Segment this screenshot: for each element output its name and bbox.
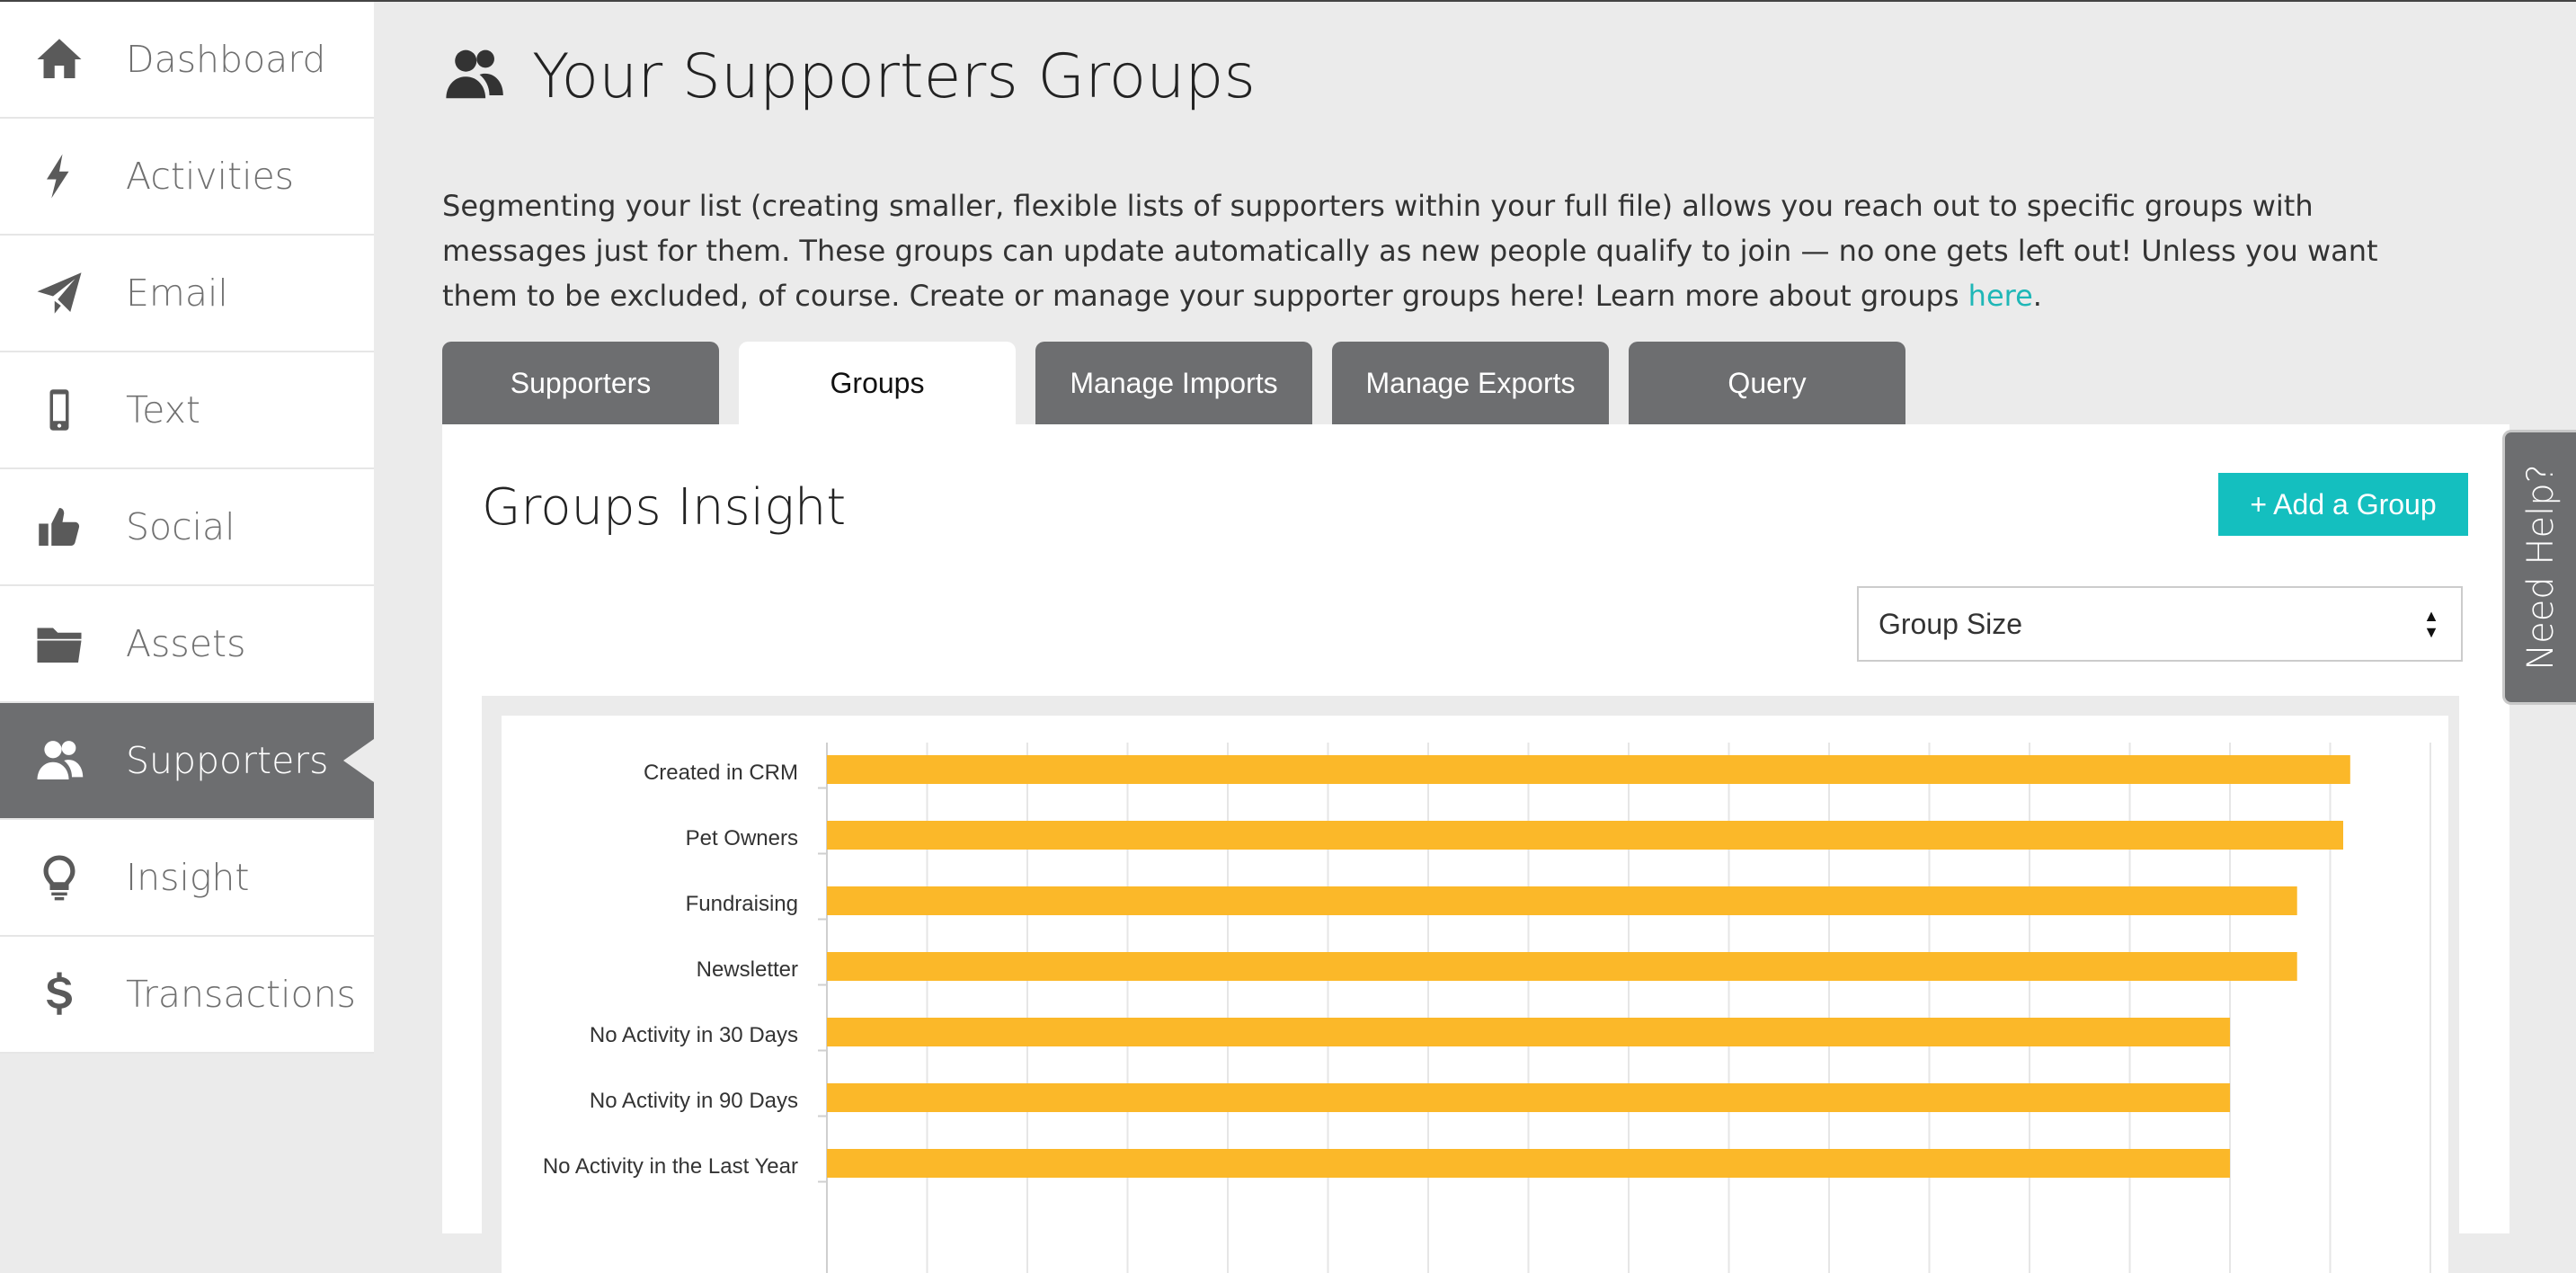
sidebar: Dashboard Activities Email Text Social Assets… (0, 2, 374, 1054)
sidebar-item-label: Activities (126, 155, 295, 198)
category-label: Newsletter (697, 957, 798, 982)
tab-bar: Supporters Groups Manage Imports Manage Exp… (442, 342, 1925, 424)
add-group-button[interactable]: + Add a Group (2218, 473, 2468, 536)
select-arrows-icon: ▲ ▼ (2423, 607, 2439, 641)
bar (827, 952, 2297, 981)
lightning-icon (34, 149, 101, 203)
bar (827, 1149, 2230, 1178)
folder-icon (34, 617, 101, 671)
category-label: Created in CRM (644, 761, 798, 785)
home-icon (34, 32, 101, 86)
paper-plane-icon (34, 266, 101, 320)
page-title: Your Supporters Groups (532, 41, 1256, 112)
need-help-tab[interactable]: Need Help? (2502, 430, 2576, 705)
main-content: Your Supporters Groups Segmenting your l… (374, 2, 2576, 1273)
sidebar-item-email[interactable]: Email (0, 236, 374, 352)
bar (827, 886, 2297, 915)
sidebar-item-label: Email (126, 272, 228, 315)
panel-title: Groups Insight (482, 478, 847, 537)
tab-query[interactable]: Query (1629, 342, 1905, 424)
lightbulb-icon (34, 850, 101, 904)
category-label: No Activity in 30 Days (590, 1023, 798, 1047)
groups-panel: Groups Insight + Add a Group Group Size … (442, 424, 2509, 1273)
chart-card: Created in CRM Pet Owners Fundraising Newsl… (502, 716, 2448, 1273)
tab-manage-imports[interactable]: Manage Imports (1035, 342, 1312, 424)
sidebar-item-label: Text (126, 388, 200, 432)
sidebar-item-label: Transactions (126, 973, 356, 1016)
sidebar-item-transactions[interactable]: Transactions (0, 937, 374, 1054)
page-header: Your Supporters Groups (442, 41, 1256, 112)
sidebar-item-supporters[interactable]: Supporters (0, 703, 374, 820)
dollar-icon (34, 967, 101, 1021)
sidebar-item-label: Supporters (126, 739, 329, 782)
mobile-phone-icon (34, 383, 101, 437)
tab-supporters[interactable]: Supporters (442, 342, 719, 424)
sidebar-item-label: Assets (126, 622, 246, 665)
chart-container: Created in CRM Pet Owners Fundraising Newsl… (482, 696, 2459, 1273)
users-icon (34, 734, 101, 788)
category-label: Fundraising (686, 892, 798, 916)
chart-metric-select[interactable]: Group Size ▲ ▼ (1857, 586, 2463, 662)
intro-body: Segmenting your list (creating smaller, … (442, 189, 2378, 313)
bar (827, 821, 2343, 850)
sidebar-item-label: Insight (126, 856, 250, 899)
category-label: No Activity in the Last Year (543, 1154, 798, 1179)
sidebar-item-insight[interactable]: Insight (0, 820, 374, 937)
bar (827, 1083, 2230, 1112)
group-size-chart: Created in CRM Pet Owners Fundraising Newsl… (543, 743, 2431, 1273)
category-label: No Activity in 90 Days (590, 1089, 798, 1113)
select-value: Group Size (1879, 607, 2023, 640)
sidebar-item-dashboard[interactable]: Dashboard (0, 2, 374, 119)
intro-end: . (2032, 279, 2042, 313)
sidebar-item-activities[interactable]: Activities (0, 119, 374, 236)
sidebar-item-social[interactable]: Social (0, 469, 374, 586)
intro-text: Segmenting your list (creating smaller, … (442, 183, 2420, 318)
thumbs-up-icon (34, 500, 101, 554)
bar (827, 755, 2350, 784)
users-icon (442, 43, 505, 111)
sidebar-item-label: Dashboard (126, 38, 326, 81)
tab-groups[interactable]: Groups (739, 342, 1016, 424)
need-help-label: Need Help? (2519, 464, 2562, 671)
sidebar-item-assets[interactable]: Assets (0, 586, 374, 703)
learn-more-link[interactable]: here (1968, 279, 2033, 313)
bar (827, 1018, 2230, 1046)
sidebar-item-label: Social (126, 505, 235, 548)
sidebar-item-text[interactable]: Text (0, 352, 374, 469)
category-label: Pet Owners (686, 826, 798, 850)
tab-manage-exports[interactable]: Manage Exports (1332, 342, 1609, 424)
